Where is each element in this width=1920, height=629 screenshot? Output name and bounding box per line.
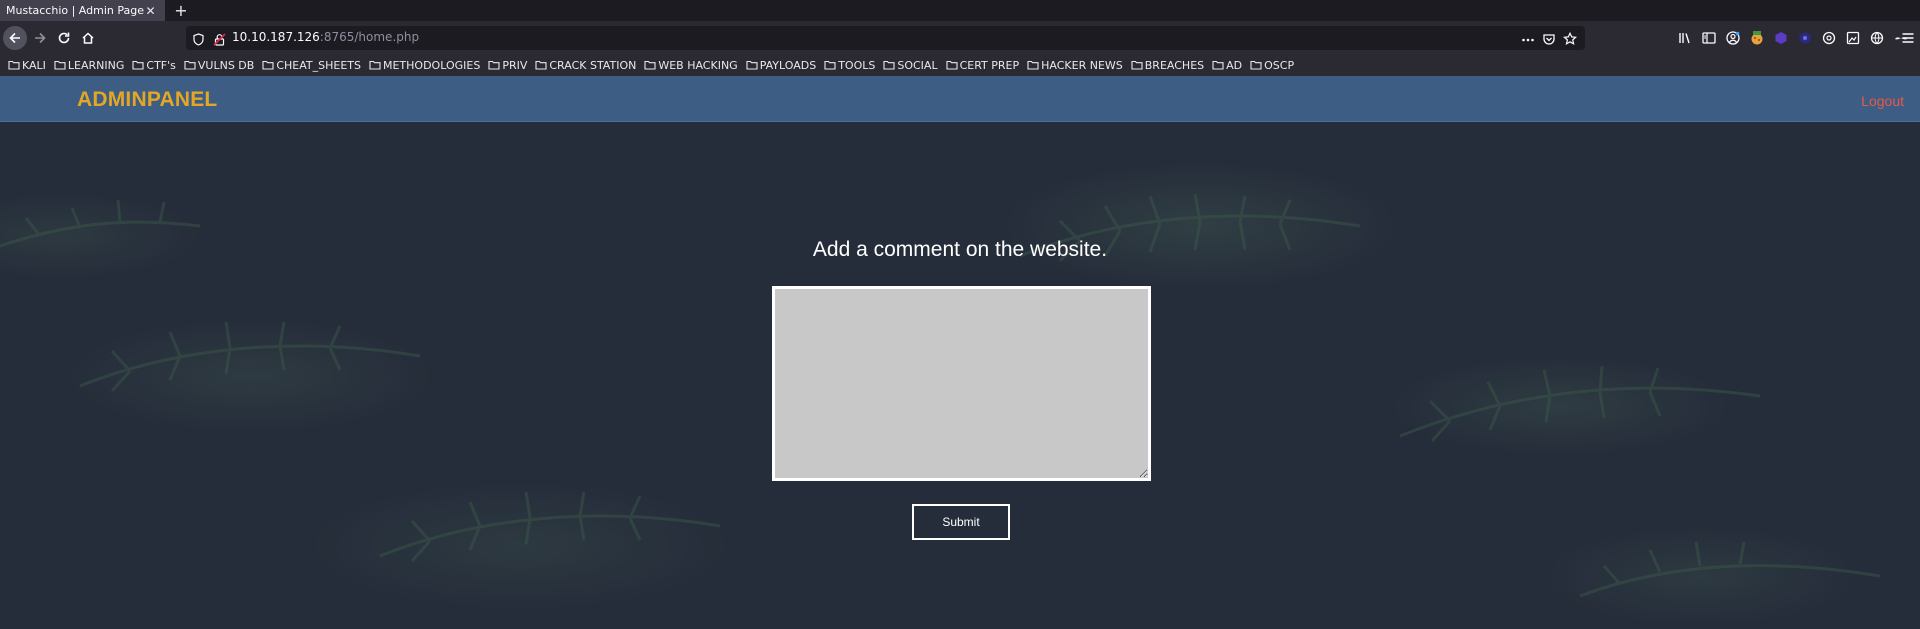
bookmark-folder-ad[interactable]: AD xyxy=(1212,54,1242,76)
bookmark-folder-breaches[interactable]: BREACHES xyxy=(1131,54,1204,76)
url-text: 10.10.187.126:8765/home.php xyxy=(232,30,419,44)
settings-gear-icon[interactable] xyxy=(1821,30,1837,46)
bookmark-folder-cert-prep[interactable]: CERT PREP xyxy=(946,54,1020,76)
folder-icon xyxy=(369,60,381,70)
folder-icon xyxy=(132,60,144,70)
bookmark-folder-cheat-sheets[interactable]: CHEAT_SHEETS xyxy=(262,54,361,76)
folder-icon xyxy=(488,60,500,70)
bookmark-folder-learning[interactable]: LEARNING xyxy=(54,54,124,76)
cookie-extension-icon[interactable] xyxy=(1749,30,1765,46)
page-viewport: ADMINPANEL Logout Add a comment on the w… xyxy=(0,76,1920,629)
bookmark-label: VULNS DB xyxy=(197,58,255,72)
bookmark-label: HACKER NEWS xyxy=(1041,58,1123,72)
account-icon[interactable] xyxy=(1725,30,1741,46)
browser-tab[interactable]: Mustacchio | Admin Page ✕ xyxy=(0,0,165,21)
folder-icon xyxy=(8,60,20,70)
folder-icon xyxy=(1027,60,1039,70)
back-arrow-icon[interactable] xyxy=(3,26,27,50)
folder-icon xyxy=(535,60,547,70)
bookmark-folder-web-hacking[interactable]: WEB HACKING xyxy=(644,54,738,76)
folder-icon xyxy=(184,60,196,70)
address-bar[interactable]: 10.10.187.126:8765/home.php xyxy=(186,26,1585,50)
new-tab-plus-icon[interactable]: + xyxy=(173,0,189,21)
bookmark-folder-vulns-db[interactable]: VULNS DB xyxy=(184,54,254,76)
folder-icon xyxy=(262,60,274,70)
reload-icon[interactable] xyxy=(53,27,75,49)
url-host: 10.10.187.126 xyxy=(232,30,320,44)
bookmark-label: CTF's xyxy=(146,58,176,72)
bookmark-folder-payloads[interactable]: PAYLOADS xyxy=(746,54,817,76)
sidebar-icon[interactable] xyxy=(1701,30,1717,46)
bookmark-folder-social[interactable]: SOCIAL xyxy=(883,54,938,76)
folder-icon xyxy=(54,60,66,70)
folder-icon xyxy=(1131,60,1143,70)
close-tab-icon[interactable]: ✕ xyxy=(144,4,157,18)
bookmark-label: PRIV xyxy=(502,58,528,72)
bookmark-label: KALI xyxy=(22,58,46,72)
bookmark-folder-kali[interactable]: KALI xyxy=(8,54,46,76)
forward-arrow-icon[interactable] xyxy=(29,27,51,49)
bookmark-label: CHEAT_SHEETS xyxy=(276,58,361,72)
bookmark-label: PAYLOADS xyxy=(759,58,817,72)
bookmark-label: SOCIAL xyxy=(897,58,938,72)
tracking-shield-icon[interactable] xyxy=(192,31,205,50)
folder-icon xyxy=(1212,60,1224,70)
bookmark-label: OSCP xyxy=(1264,58,1295,72)
folder-icon xyxy=(1250,60,1262,70)
folder-icon xyxy=(946,60,958,70)
brand-logo-text[interactable]: ADMINPANEL xyxy=(77,88,217,112)
folder-icon xyxy=(883,60,895,70)
navigation-toolbar: 10.10.187.126:8765/home.php xyxy=(0,21,1920,54)
bookmark-folder-methodologies[interactable]: METHODOLOGIES xyxy=(369,54,480,76)
insecure-lock-icon[interactable] xyxy=(213,31,226,50)
pocket-icon[interactable] xyxy=(1542,31,1556,45)
bookmark-folder-crack-station[interactable]: CRACK STATION xyxy=(535,54,636,76)
bookmark-label: LEARNING xyxy=(67,58,125,72)
more-actions-icon[interactable] xyxy=(1521,32,1535,46)
library-icon[interactable] xyxy=(1677,30,1693,46)
folder-icon xyxy=(824,60,836,70)
comment-textarea[interactable] xyxy=(772,286,1151,481)
network-extension-icon[interactable] xyxy=(1869,30,1885,46)
bookmark-label: TOOLS xyxy=(838,58,876,72)
bookmark-label: WEB HACKING xyxy=(658,58,738,72)
bookmark-star-icon[interactable] xyxy=(1562,31,1578,46)
bookmark-folder-tools[interactable]: TOOLS xyxy=(824,54,875,76)
folder-icon xyxy=(644,60,656,70)
bookmark-label: AD xyxy=(1226,58,1243,72)
wappalyzer-extension-icon[interactable] xyxy=(1773,30,1789,46)
comment-heading: Add a comment on the website. xyxy=(812,238,1108,261)
bookmark-folder-priv[interactable]: PRIV xyxy=(488,54,527,76)
bookmark-label: CERT PREP xyxy=(959,58,1020,72)
bookmark-label: CRACK STATION xyxy=(549,58,637,72)
logout-link[interactable]: Logout xyxy=(1861,93,1904,109)
admin-header: ADMINPANEL Logout xyxy=(0,76,1920,122)
bookmark-label: BREACHES xyxy=(1144,58,1205,72)
bookmark-folder-oscp[interactable]: OSCP xyxy=(1250,54,1294,76)
proxy-extension-icon[interactable] xyxy=(1797,30,1813,46)
bookmark-folder-hacker-news[interactable]: HACKER NEWS xyxy=(1027,54,1123,76)
url-path: :8765/home.php xyxy=(319,30,420,44)
folder-icon xyxy=(746,60,758,70)
bookmark-label: METHODOLOGIES xyxy=(382,58,481,72)
submit-button[interactable]: Submit xyxy=(912,504,1010,540)
bookmark-folder-ctf-s[interactable]: CTF's xyxy=(132,54,176,76)
app-menu-icon[interactable] xyxy=(1900,30,1916,46)
home-icon[interactable] xyxy=(77,27,99,49)
tab-title: Mustacchio | Admin Page xyxy=(6,4,144,17)
tab-strip: Mustacchio | Admin Page ✕ + xyxy=(0,0,1920,21)
bookmarks-toolbar: KALI LEARNING CTF's VULNS DB CHEAT_SHEETS MET… xyxy=(0,54,1920,76)
screenshot-icon[interactable] xyxy=(1845,30,1861,46)
